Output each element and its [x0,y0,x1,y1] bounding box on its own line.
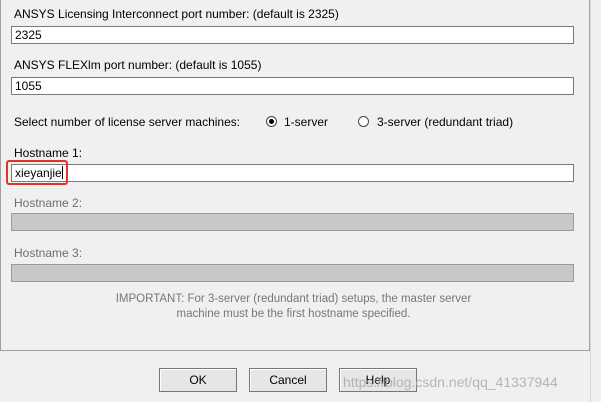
license-settings-panel: ANSYS Licensing Interconnect port number… [0,0,590,351]
watermark-text: https://blog.csdn.net/qq_41337944 [343,374,558,390]
radio-1-server-label[interactable]: 1-server [284,115,328,129]
important-note: IMPORTANT: For 3-server (redundant triad… [115,293,472,320]
hostname3-input [11,264,574,282]
flexlm-port-value: 1055 [15,79,42,93]
ok-button[interactable]: OK [159,368,237,392]
scrollbar-gutter [590,0,601,402]
flexlm-port-input[interactable]: 1055 [11,77,574,95]
hostname2-input [11,213,574,231]
hostname1-label: Hostname 1: [14,146,83,160]
server-count-label: Select number of license server machines… [14,115,241,129]
cancel-button[interactable]: Cancel [249,368,327,392]
hostname2-label: Hostname 2: [14,196,83,210]
radio-3-server[interactable] [358,116,369,127]
interconnect-port-label: ANSYS Licensing Interconnect port number… [14,7,339,21]
interconnect-port-value: 2325 [15,28,42,42]
flexlm-port-label: ANSYS FLEXlm port number: (default is 10… [14,58,262,72]
hostname3-label: Hostname 3: [14,246,83,260]
radio-1-server[interactable] [266,116,277,127]
interconnect-port-input[interactable]: 2325 [11,26,574,44]
hostname1-input[interactable]: xieyanjie [11,164,574,182]
radio-3-server-label[interactable]: 3-server (redundant triad) [377,115,513,129]
highlight-annotation [6,160,68,185]
radio-selected-dot [269,119,274,124]
